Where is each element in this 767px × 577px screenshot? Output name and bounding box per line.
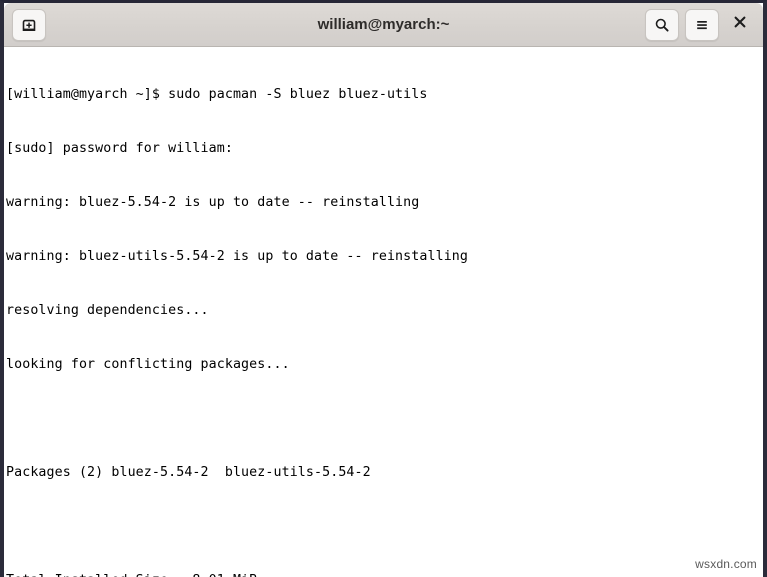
terminal-line: looking for conflicting packages... bbox=[6, 357, 290, 372]
terminal-line: resolving dependencies... bbox=[6, 303, 209, 318]
close-button[interactable] bbox=[727, 11, 753, 39]
search-button[interactable] bbox=[645, 8, 679, 41]
close-icon bbox=[733, 15, 747, 34]
titlebar-right-group bbox=[645, 8, 755, 41]
terminal-line: warning: bluez-5.54-2 is up to date -- r… bbox=[6, 195, 420, 210]
window-titlebar[interactable]: william@myarch:~ bbox=[4, 3, 763, 47]
menu-button[interactable] bbox=[685, 8, 719, 41]
hamburger-menu-icon bbox=[694, 17, 710, 33]
terminal-line: [william@myarch ~]$ sudo pacman -S bluez… bbox=[6, 87, 428, 102]
terminal-output: [william@myarch ~]$ sudo pacman -S bluez… bbox=[4, 50, 763, 577]
new-tab-button[interactable] bbox=[12, 8, 46, 41]
terminal-line: [sudo] password for william: bbox=[6, 141, 233, 156]
watermark: wsxdn.com bbox=[695, 557, 757, 571]
titlebar-left-group bbox=[12, 8, 46, 41]
terminal-body[interactable]: [william@myarch ~]$ sudo pacman -S bluez… bbox=[4, 47, 763, 577]
terminal-window: william@myarch:~ [william@myarch ~]$ sud… bbox=[0, 0, 767, 577]
search-icon bbox=[654, 17, 670, 33]
terminal-line-packages: Packages (2) bluez-5.54-2 bluez-utils-5.… bbox=[6, 465, 371, 480]
terminal-line: warning: bluez-utils-5.54-2 is up to dat… bbox=[6, 249, 469, 264]
terminal-line-total-size: Total Installed Size: 8.01 MiB bbox=[6, 572, 761, 577]
new-tab-icon bbox=[21, 17, 37, 33]
